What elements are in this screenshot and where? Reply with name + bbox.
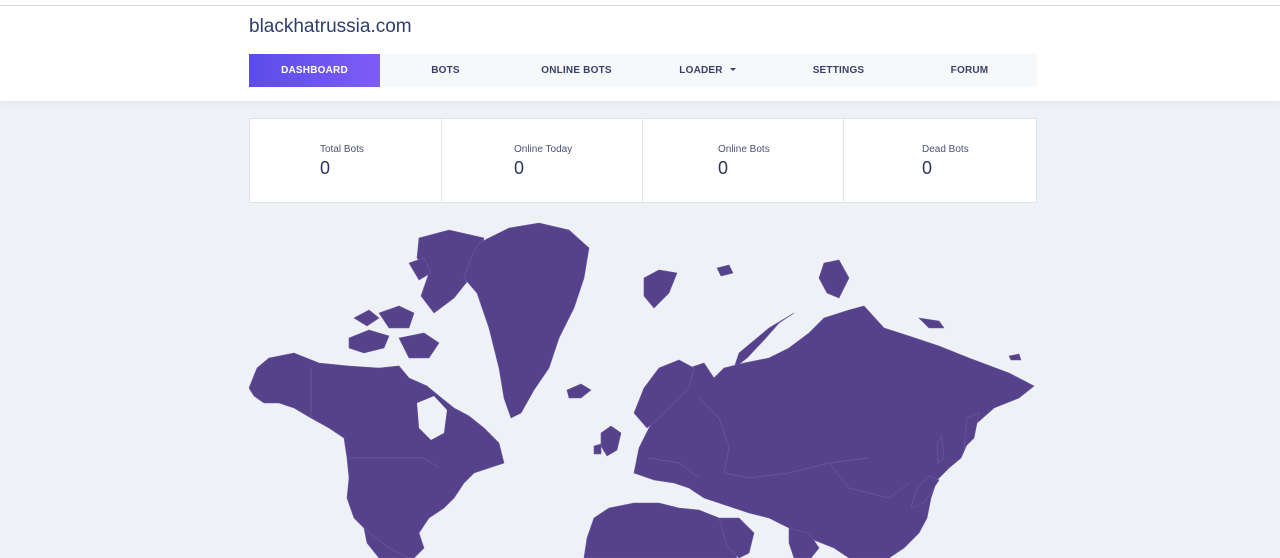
stat-value: 0 — [514, 158, 525, 178]
map-severnaya-zemlya — [818, 259, 850, 299]
map-arctic-islands — [398, 332, 440, 359]
map-arctic-islands — [353, 309, 380, 327]
caret-down-icon — [729, 67, 736, 71]
map-uk — [600, 425, 622, 457]
stat-value: 0 — [718, 158, 729, 178]
stat-online-today: Online Today 0 — [442, 119, 643, 202]
map-arctic-islands — [378, 305, 415, 329]
stat-online-bots: Online Bots 0 — [643, 119, 844, 202]
header: blackhatrussia.com DASHBOARD BOTS ONLINE… — [0, 6, 1280, 101]
stat-label: Online Today — [514, 144, 573, 155]
nav-bots[interactable]: BOTS — [380, 54, 511, 87]
site-title[interactable]: blackhatrussia.com — [249, 16, 412, 38]
map-ireland — [593, 443, 602, 455]
nav-loader[interactable]: LOADER — [642, 54, 773, 87]
map-svalbard — [643, 269, 678, 309]
world-map[interactable] — [249, 218, 1037, 558]
nav-loader-label: LOADER — [679, 65, 723, 76]
nav-online-bots[interactable]: ONLINE BOTS — [511, 54, 642, 87]
stat-total-bots: Total Bots 0 — [250, 119, 442, 202]
main-nav: DASHBOARD BOTS ONLINE BOTS LOADER SETTIN… — [249, 54, 1037, 87]
nav-forum[interactable]: FORUM — [904, 54, 1035, 87]
map-new-siberian-islands — [918, 317, 945, 329]
map-iceland — [566, 383, 592, 399]
map-wrangel — [1008, 353, 1022, 361]
stat-dead-bots: Dead Bots 0 — [844, 119, 1036, 202]
stat-label: Total Bots — [320, 144, 364, 155]
stat-label: Dead Bots — [922, 144, 969, 155]
map-arctic-islands — [348, 329, 390, 354]
stat-label: Online Bots — [718, 144, 770, 155]
map-franz-josef — [716, 264, 734, 277]
nav-dashboard[interactable]: DASHBOARD — [249, 54, 380, 87]
nav-settings[interactable]: SETTINGS — [773, 54, 904, 87]
map-north-america — [249, 352, 505, 558]
stat-value: 0 — [320, 158, 331, 178]
stats-panel: Total Bots 0 Online Today 0 Online Bots … — [249, 118, 1037, 203]
stat-value: 0 — [922, 158, 933, 178]
map-africa — [583, 502, 738, 558]
